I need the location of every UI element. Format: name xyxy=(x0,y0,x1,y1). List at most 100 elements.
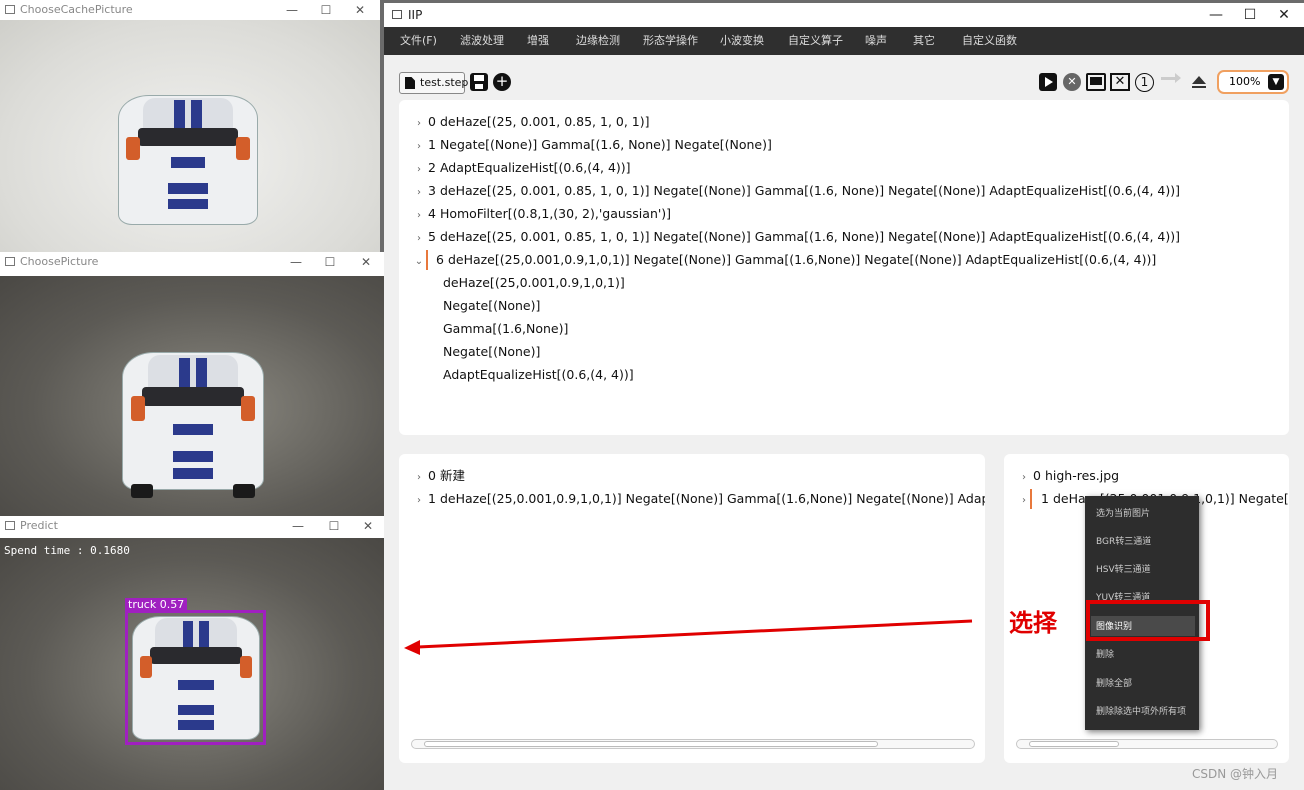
file-button[interactable]: test.step xyxy=(399,72,469,94)
menu-item-delete[interactable]: 删除 xyxy=(1096,648,1114,662)
app-icon xyxy=(392,10,402,19)
car-image xyxy=(132,616,260,740)
list-item[interactable]: ›1 deHaze[(25,0.001,0.9,1,0,1)] Negate[(… xyxy=(412,489,985,509)
chevron-right-icon[interactable]: › xyxy=(412,114,426,134)
annotation-label: 选择 xyxy=(1009,609,1057,637)
minimize-button[interactable]: — xyxy=(290,516,306,536)
app-title: IIP xyxy=(408,8,423,22)
spend-time-label: Spend time : 0.1680 xyxy=(4,544,130,557)
car-image xyxy=(118,95,258,225)
child-item[interactable]: AdaptEqualizeHist[(0.6,(4, 4))] xyxy=(443,365,634,385)
zoom-select[interactable]: 100% ▼ xyxy=(1217,70,1289,94)
close-button[interactable]: ✕ xyxy=(352,0,368,20)
list-item[interactable]: › 4 HomoFilter[(0.8,1,(30, 2),'gaussian')… xyxy=(412,204,671,224)
list-item[interactable]: › 1 Negate[(None)] Gamma[(1.6, None)] Neg… xyxy=(412,135,772,155)
choose-picture-window: ChoosePicture — ☐ ✕ xyxy=(0,252,384,516)
play-icon[interactable] xyxy=(1039,73,1057,91)
chevron-right-icon[interactable]: › xyxy=(412,206,426,226)
menu-item-hsv[interactable]: HSV转三通道 xyxy=(1096,563,1151,577)
add-icon[interactable]: + xyxy=(493,73,511,91)
scrollbar-thumb[interactable] xyxy=(424,741,878,747)
chevron-right-icon[interactable]: › xyxy=(412,468,426,488)
menu-filter[interactable]: 滤波处理 xyxy=(460,27,504,55)
chevron-right-icon[interactable]: › xyxy=(412,229,426,249)
monitor-icon[interactable] xyxy=(1086,73,1106,91)
choose-window-titlebar[interactable]: ChoosePicture — ☐ ✕ xyxy=(0,252,384,272)
chevron-right-icon[interactable]: › xyxy=(1017,491,1031,511)
close-button[interactable]: ✕ xyxy=(1264,3,1304,27)
stop-icon[interactable]: ✕ xyxy=(1063,73,1081,91)
menu-bar: 文件(F) 滤波处理 增强 边缘检测 形态学操作 小波变换 自定义算子 噪声 其… xyxy=(384,27,1304,55)
menu-wavelet[interactable]: 小波变换 xyxy=(720,27,764,55)
close-button[interactable]: ✕ xyxy=(358,252,374,272)
chevron-right-icon[interactable]: › xyxy=(412,183,426,203)
window-icon xyxy=(5,257,15,266)
scrollbar-thumb[interactable] xyxy=(1029,741,1119,747)
app-titlebar[interactable]: IIP — ☐ ✕ xyxy=(384,3,1304,27)
menu-item-delete-others[interactable]: 删除除选中项外所有项 xyxy=(1096,705,1186,719)
chevron-down-icon: ▼ xyxy=(1268,74,1284,90)
minimize-button[interactable]: — xyxy=(284,0,300,20)
car-image xyxy=(122,352,264,499)
menu-morphology[interactable]: 形态学操作 xyxy=(643,27,698,55)
child-item[interactable]: Negate[(None)] xyxy=(443,342,540,362)
pipeline-panel: › 0 deHaze[(25, 0.001, 0.85, 1, 0, 1)] › 1… xyxy=(399,100,1289,435)
menu-edge-detect[interactable]: 边缘检测 xyxy=(576,27,620,55)
arrow-right-icon[interactable] xyxy=(1161,73,1181,83)
chevron-right-icon[interactable]: › xyxy=(412,491,426,511)
menu-item-bgr[interactable]: BGR转三通道 xyxy=(1096,535,1151,549)
menu-item-delete-all[interactable]: 删除全部 xyxy=(1096,677,1132,691)
horizontal-scrollbar[interactable] xyxy=(1016,739,1278,749)
cache-window-titlebar[interactable]: ChooseCachePicture — ☐ ✕ xyxy=(0,0,380,20)
file-button-label: test.step xyxy=(420,76,469,89)
list-item[interactable]: › 0 high-res.jpg xyxy=(1017,466,1119,486)
cache-window-title: ChooseCachePicture xyxy=(20,3,133,16)
history-panel: › 0 新建 › 1 deHaze[(25,0.001,0.9,1,0,1)] Ne… xyxy=(399,454,985,763)
maximize-button[interactable]: ☐ xyxy=(322,252,338,272)
minimize-button[interactable]: — xyxy=(288,252,304,272)
horizontal-scrollbar[interactable] xyxy=(411,739,975,749)
annotation-box xyxy=(1086,600,1210,641)
eject-icon[interactable] xyxy=(1190,73,1210,93)
chevron-right-icon[interactable]: › xyxy=(1017,468,1031,488)
watermark: CSDN @钟入月 xyxy=(1192,767,1279,781)
cache-picture-window: ChooseCachePicture — ☐ ✕ xyxy=(0,0,380,252)
menu-file[interactable]: 文件(F) xyxy=(400,27,437,55)
list-item[interactable]: › 0 deHaze[(25, 0.001, 0.85, 1, 0, 1)] xyxy=(412,112,650,132)
menu-custom-function[interactable]: 自定义函数 xyxy=(962,27,1017,55)
predict-image: Spend time : 0.1680 truck 0.57 xyxy=(0,538,384,790)
menu-noise[interactable]: 噪声 xyxy=(865,27,887,55)
close-button[interactable]: ✕ xyxy=(360,516,376,536)
list-item[interactable]: › 5 deHaze[(25, 0.001, 0.85, 1, 0, 1)] Ne… xyxy=(412,227,1180,247)
child-item[interactable]: deHaze[(25,0.001,0.9,1,0,1)] xyxy=(443,273,625,293)
window-icon xyxy=(5,521,15,530)
toolbar: test.step + ✕ ✕ 1 100% ▼ xyxy=(384,65,1304,99)
menu-item-set-current[interactable]: 选为当前图片 xyxy=(1096,507,1150,521)
predict-window-titlebar[interactable]: Predict — ☐ ✕ xyxy=(0,516,384,536)
chevron-right-icon[interactable]: › xyxy=(412,137,426,157)
list-item[interactable]: › 2 AdaptEqualizeHist[(0.6,(4, 4))] xyxy=(412,158,631,178)
predict-window-title: Predict xyxy=(20,519,58,532)
cache-image xyxy=(0,20,380,252)
save-icon[interactable] xyxy=(470,73,488,91)
choose-window-title: ChoosePicture xyxy=(20,255,99,268)
menu-other[interactable]: 其它 xyxy=(913,27,935,55)
menu-custom-operator[interactable]: 自定义算子 xyxy=(788,27,843,55)
chevron-down-icon[interactable]: ⌄ xyxy=(412,252,426,272)
zoom-value: 100% xyxy=(1229,75,1261,88)
circle-one-icon[interactable]: 1 xyxy=(1135,73,1154,92)
list-item-expanded[interactable]: ⌄ 6 deHaze[(25,0.001,0.9,1,0,1)] Negate[(… xyxy=(412,250,1156,270)
maximize-button[interactable]: ☐ xyxy=(318,0,334,20)
chevron-right-icon[interactable]: › xyxy=(412,160,426,180)
close-box-icon[interactable]: ✕ xyxy=(1110,73,1130,91)
list-item[interactable]: › 3 deHaze[(25, 0.001, 0.85, 1, 0, 1)] Ne… xyxy=(412,181,1180,201)
list-item[interactable]: › 0 新建 xyxy=(412,466,465,486)
document-icon xyxy=(405,77,415,89)
child-item[interactable]: Gamma[(1.6,None)] xyxy=(443,319,568,339)
predict-window: Predict — ☐ ✕ Spend time : 0.1680 truck … xyxy=(0,516,384,790)
child-item[interactable]: Negate[(None)] xyxy=(443,296,540,316)
window-icon xyxy=(5,5,15,14)
menu-enhance[interactable]: 增强 xyxy=(527,27,549,55)
maximize-button[interactable]: ☐ xyxy=(326,516,342,536)
choose-image xyxy=(0,276,384,516)
